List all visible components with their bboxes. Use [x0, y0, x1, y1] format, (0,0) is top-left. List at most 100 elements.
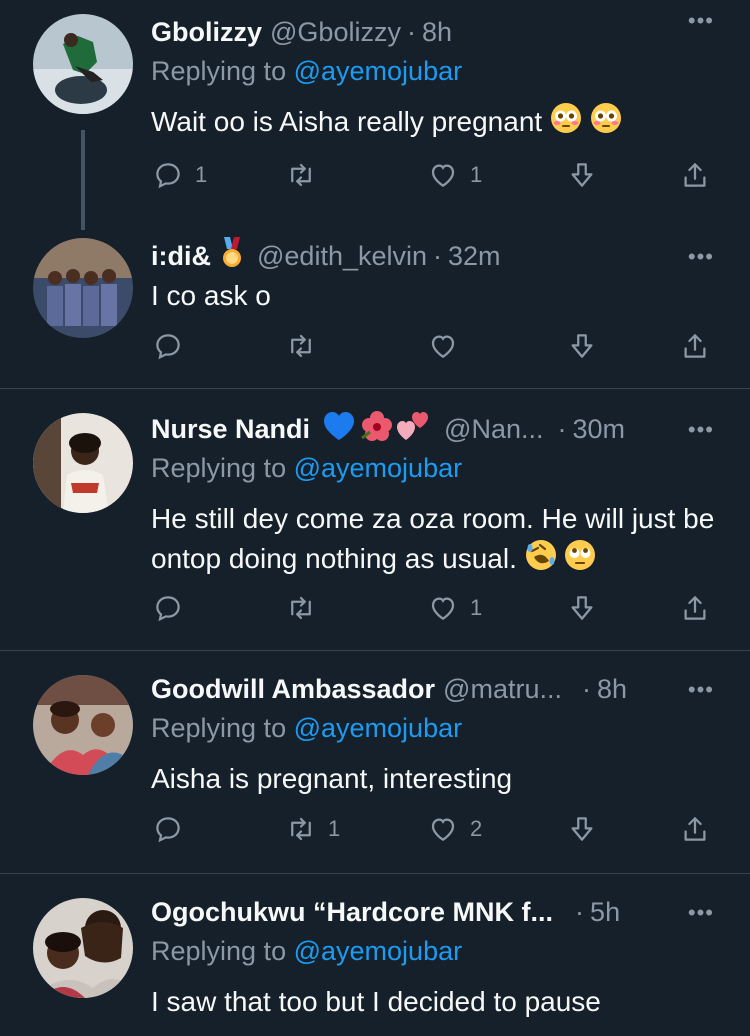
more-options-icon[interactable]: ••• — [688, 8, 714, 34]
flushed-face-emoji — [550, 102, 582, 145]
timestamp[interactable]: 5h — [590, 897, 620, 928]
replying-to-label: Replying to — [151, 453, 287, 483]
share-button[interactable] — [680, 809, 710, 849]
tweet-header: Ogochukwu “Hardcore MNK f... · 5h — [151, 892, 720, 932]
eye-roll-emoji — [564, 539, 596, 582]
retweet-icon — [291, 817, 311, 841]
retweet-button[interactable] — [286, 326, 328, 366]
mention-link[interactable]: @ayemojubar — [294, 453, 463, 483]
user-handle[interactable]: @edith_kelvin — [257, 241, 427, 272]
tweet-text: Aisha is pregnant, interesting — [151, 759, 720, 799]
retweet-button[interactable] — [286, 155, 328, 195]
timestamp[interactable]: 32m — [448, 241, 501, 272]
display-name[interactable]: Nurse Nandi — [151, 414, 310, 445]
heart-icon — [431, 164, 455, 187]
display-name[interactable]: Goodwill Ambassador — [151, 674, 435, 705]
retweet-count: 1 — [328, 816, 341, 841]
blue-heart-emoji — [322, 410, 356, 449]
tweet-header: Goodwill Ambassador @matru... · 8h — [151, 669, 720, 709]
like-count: 2 — [470, 816, 483, 841]
tweet-actions: 1 1 — [151, 155, 720, 195]
display-name[interactable]: Gbolizzy — [151, 17, 262, 48]
timestamp[interactable]: 30m — [573, 414, 626, 445]
tweet-text-content: He still dey come za oza room. He will j… — [151, 503, 715, 574]
avatar[interactable] — [33, 898, 133, 998]
reply-button[interactable]: 1 — [153, 155, 207, 195]
avatar[interactable] — [33, 675, 133, 775]
separator: · — [406, 16, 416, 47]
more-options-icon[interactable]: ••• — [688, 417, 714, 443]
replying-to: Replying to @ayemojubar — [151, 936, 462, 967]
separator: · — [581, 673, 591, 704]
share-button[interactable] — [680, 326, 710, 366]
user-handle[interactable]: @Gbolizzy — [270, 17, 401, 48]
tweet[interactable]: Nurse Nandi @Nan... · 30m ••• Replying t… — [0, 389, 750, 650]
reply-icon — [156, 817, 180, 843]
separator: · — [575, 896, 585, 927]
mention-link[interactable]: @ayemojubar — [294, 56, 463, 86]
like-button[interactable] — [428, 326, 470, 366]
heart-icon — [431, 597, 455, 620]
timestamp[interactable]: 8h — [597, 674, 627, 705]
replying-to: Replying to @ayemojubar — [151, 713, 462, 744]
share-icon — [684, 817, 706, 841]
separator: · — [557, 413, 567, 444]
mention-link[interactable]: @ayemojubar — [294, 713, 463, 743]
replying-to: Replying to @ayemojubar — [151, 56, 462, 87]
tweet-text-content: Wait oo is Aisha really pregnant — [151, 106, 543, 137]
rofl-emoji — [525, 539, 557, 582]
like-button[interactable]: 1 — [428, 155, 482, 195]
two-hearts-emoji — [396, 410, 430, 449]
heart-icon — [431, 335, 455, 358]
user-handle[interactable]: @Nan... — [444, 414, 543, 445]
tweet-text-content: I saw that too but I decided to pause — [151, 986, 601, 1017]
more-options-icon[interactable]: ••• — [688, 677, 714, 703]
tweet[interactable]: Gbolizzy @Gbolizzy · 8h ••• Replying to … — [0, 0, 750, 230]
bookmark-button[interactable] — [567, 155, 597, 195]
avatar[interactable] — [33, 238, 133, 338]
share-button[interactable] — [680, 155, 710, 195]
like-button[interactable]: 2 — [428, 809, 482, 849]
tweet[interactable]: i:di& @edith_kelvin · 32m ••• I co ask o — [0, 230, 750, 388]
retweet-button[interactable]: 1 — [286, 809, 340, 849]
more-options-icon[interactable]: ••• — [688, 244, 714, 270]
reply-icon — [156, 163, 180, 189]
bookmark-button[interactable] — [567, 809, 597, 849]
reply-count: 1 — [195, 162, 208, 187]
tweet-actions: 1 2 — [151, 809, 720, 849]
more-options-icon[interactable]: ••• — [688, 900, 714, 926]
retweet-button[interactable] — [286, 588, 328, 628]
tweet-text-content: I co ask o — [151, 280, 271, 311]
display-name[interactable]: i:di& — [151, 241, 211, 272]
user-handle[interactable]: @matru... — [443, 674, 562, 705]
like-button[interactable]: 1 — [428, 588, 482, 628]
retweet-icon — [291, 334, 311, 358]
tweet[interactable]: Goodwill Ambassador @matru... · 8h ••• R… — [0, 651, 750, 873]
tweet-actions: 1 — [151, 588, 720, 628]
bookmark-button[interactable] — [567, 326, 597, 366]
tweet-text: He still dey come za oza room. He will j… — [151, 499, 720, 582]
reply-button[interactable] — [153, 326, 195, 366]
tweet-header: i:di& @edith_kelvin · 32m — [151, 236, 720, 276]
mention-link[interactable]: @ayemojubar — [294, 936, 463, 966]
share-button[interactable] — [680, 588, 710, 628]
bookmark-download-icon — [571, 817, 593, 841]
tweet-text-content: Aisha is pregnant, interesting — [151, 763, 513, 794]
reply-button[interactable] — [153, 809, 195, 849]
timestamp[interactable]: 8h — [422, 17, 452, 48]
tweet-actions — [151, 326, 720, 366]
like-count: 1 — [470, 595, 483, 620]
tweet-text: I co ask o — [151, 276, 720, 316]
bookmark-download-icon — [571, 163, 593, 187]
bookmark-download-icon — [571, 596, 593, 620]
avatar[interactable] — [33, 413, 133, 513]
tweet[interactable]: Ogochukwu “Hardcore MNK f... · 5h ••• Re… — [0, 874, 750, 1036]
hibiscus-emoji — [360, 410, 394, 449]
bookmark-button[interactable] — [567, 588, 597, 628]
heart-icon — [431, 818, 455, 841]
flushed-face-emoji — [590, 102, 622, 145]
bookmark-download-icon — [571, 334, 593, 358]
display-name[interactable]: Ogochukwu “Hardcore MNK f... — [151, 897, 553, 928]
reply-button[interactable] — [153, 588, 195, 628]
avatar[interactable] — [33, 14, 133, 114]
